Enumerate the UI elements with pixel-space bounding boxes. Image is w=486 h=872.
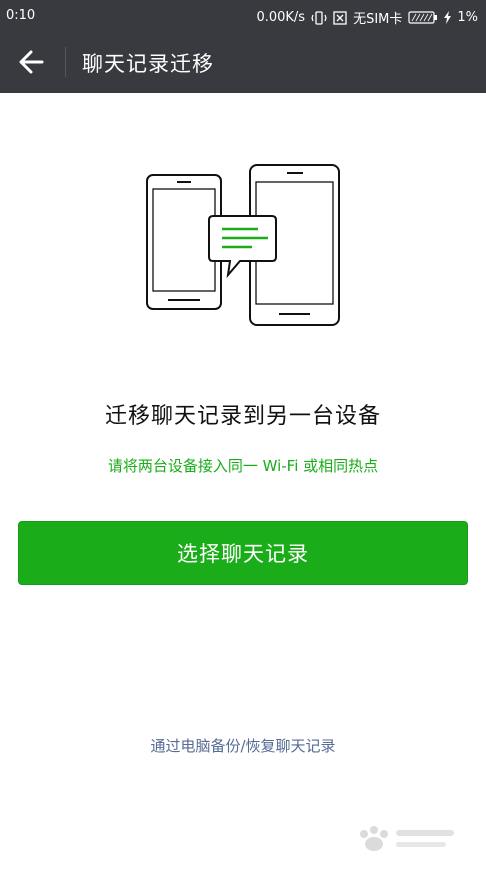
no-sim-icon bbox=[333, 10, 347, 25]
back-arrow-icon bbox=[19, 50, 44, 74]
page-title: 聊天记录迁移 bbox=[82, 52, 214, 76]
watermark-logo bbox=[360, 826, 454, 851]
toolbar-divider bbox=[65, 47, 66, 77]
status-bar: 0:10 0.00K/s 无SIM卡 1% bbox=[0, 0, 486, 30]
select-chat-history-button[interactable]: 选择聊天记录 bbox=[18, 521, 468, 585]
battery-icon bbox=[408, 11, 438, 24]
wifi-hint: 请将两台设备接入同一 Wi-Fi 或相同热点 bbox=[107, 457, 379, 475]
top-toolbar: 聊天记录迁移 bbox=[0, 30, 486, 93]
sim-status: 无SIM卡 bbox=[353, 12, 403, 27]
vibrate-icon bbox=[311, 10, 327, 25]
back-button[interactable] bbox=[14, 46, 50, 78]
transfer-illustration bbox=[0, 93, 486, 343]
status-right-group: 0.00K/s 无SIM卡 1% bbox=[256, 8, 478, 27]
migration-headline: 迁移聊天记录到另一台设备 bbox=[104, 404, 381, 429]
status-time: 0:10 bbox=[6, 8, 36, 23]
charging-bolt-icon bbox=[444, 11, 452, 24]
phones-transfer-chat-icon bbox=[146, 164, 340, 326]
network-speed: 0.00K/s bbox=[256, 10, 306, 25]
pc-backup-restore-link[interactable]: 通过电脑备份/恢复聊天记录 bbox=[0, 735, 486, 756]
battery-level: 1% bbox=[457, 10, 478, 25]
